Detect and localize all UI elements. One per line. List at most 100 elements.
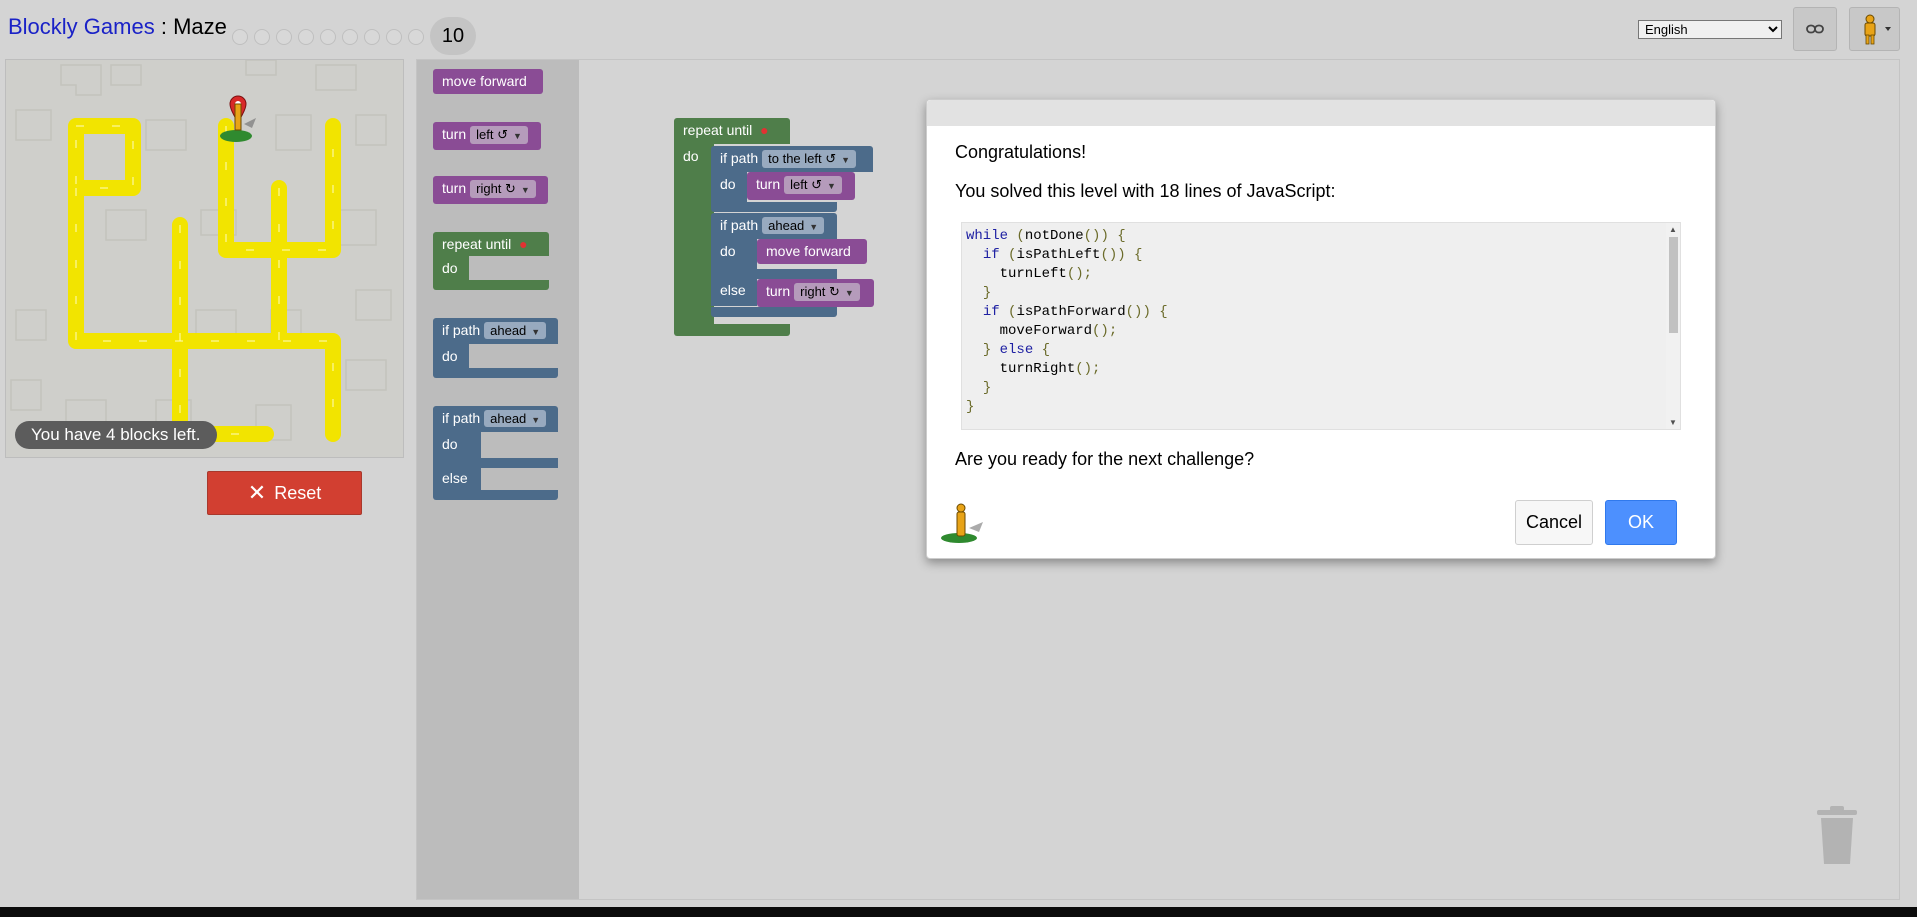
if-path-head: if path ahead ▼ — [433, 318, 558, 344]
trash-icon — [1817, 806, 1857, 864]
else-label: else — [442, 470, 468, 486]
if-else-head: if path ahead ▼ — [433, 406, 558, 432]
level-2-dot[interactable] — [254, 28, 270, 45]
repeat-until-label: repeat until — [442, 236, 512, 252]
trash-can[interactable] — [1815, 806, 1859, 866]
do-label: do — [720, 243, 736, 259]
maze-map — [10, 60, 392, 442]
if-path-label: if path — [442, 322, 481, 338]
if-foot — [433, 368, 558, 378]
turn-label: turn — [442, 126, 467, 142]
if-else-do-arm: do — [433, 432, 481, 458]
level-8-dot[interactable] — [386, 28, 402, 45]
link-icon — [1806, 24, 1824, 34]
chevron-down-icon: ▼ — [512, 131, 522, 141]
pegman-icon — [937, 498, 987, 548]
turn-label: turn — [756, 176, 781, 192]
if-else-mid — [433, 458, 558, 468]
do-label: do — [683, 148, 699, 164]
pegman-button[interactable] — [1849, 7, 1900, 51]
scroll-up-icon[interactable]: ▲ — [1669, 225, 1677, 234]
toolbox-turn-left-block[interactable]: turn left ↺ ▼ — [433, 122, 541, 150]
ok-button[interactable]: OK — [1605, 500, 1677, 545]
chevron-down-icon: ▼ — [531, 415, 541, 425]
turn-label: turn — [766, 283, 791, 299]
chevron-down-icon: ▼ — [826, 181, 836, 191]
if-path-label: if path — [442, 410, 481, 426]
scroll-down-icon[interactable]: ▼ — [1669, 418, 1677, 427]
level-3-dot[interactable] — [276, 28, 292, 45]
map-marker-icon: ● — [519, 236, 528, 252]
program-if-ahead-do-arm: do — [711, 239, 757, 269]
path-direction-dropdown[interactable]: to the left ↺ ▼ — [762, 150, 857, 168]
program-turn-left-block[interactable]: turn left ↺ ▼ — [747, 172, 855, 200]
level-9-dot[interactable] — [408, 28, 424, 45]
program-if-ahead-else-arm: else — [711, 276, 757, 306]
cancel-button[interactable]: Cancel — [1515, 500, 1593, 545]
toolbox-repeat-until-block[interactable]: repeat until ● do — [433, 232, 549, 292]
program-repeat-until-block[interactable]: repeat until ● do if path to the left ↺ ▼ … — [674, 118, 874, 336]
code-textarea[interactable]: while (notDone()) { if (isPathLeft()) { … — [961, 222, 1681, 430]
program-move-forward-block[interactable]: move forward — [757, 239, 867, 264]
do-label: do — [442, 348, 458, 364]
scroll-thumb[interactable] — [1669, 237, 1678, 333]
turn-direction-dropdown[interactable]: right ↻ ▼ — [794, 283, 860, 301]
turn-direction-dropdown[interactable]: left ↺ ▼ — [784, 176, 842, 194]
ahead-value: ahead — [490, 411, 527, 426]
turn-direction-dropdown[interactable]: right ↻ ▼ — [470, 180, 536, 198]
app-home-link[interactable]: Blockly Games — [8, 14, 155, 39]
if-do-arm: do — [433, 344, 469, 368]
turn-left-value: left ↺ — [476, 127, 508, 142]
close-icon: ✕ — [247, 480, 267, 505]
link-button[interactable] — [1793, 7, 1837, 51]
ahead-value: ahead — [490, 323, 527, 338]
level-1-dot[interactable] — [232, 28, 248, 45]
toolbox-move-forward-block[interactable]: move forward — [433, 69, 543, 94]
level-7-dot[interactable] — [364, 28, 380, 45]
program-if-left-foot — [711, 202, 837, 212]
toolbox-flyout: move forward turn left ↺ ▼ turn right ↻ ▼ re… — [417, 60, 579, 899]
maze-canvas — [5, 59, 404, 458]
program-repeat-foot — [674, 324, 790, 336]
do-label: do — [442, 260, 458, 276]
if-path-label: if path — [720, 217, 759, 233]
dialog-next-question: Are you ready for the next challenge? — [955, 449, 1255, 469]
map-marker-icon: ● — [760, 122, 769, 138]
program-if-ahead-head[interactable]: if path ahead ▼ — [711, 213, 837, 239]
chevron-down-icon: ▼ — [531, 327, 541, 337]
language-select[interactable]: English — [1638, 20, 1782, 39]
repeat-until-head: repeat until ● — [433, 232, 549, 256]
level-4-dot[interactable] — [298, 28, 314, 45]
toolbox-if-else-block[interactable]: if path ahead ▼ do else — [433, 406, 558, 500]
level-6-dot[interactable] — [342, 28, 358, 45]
level-5-dot[interactable] — [320, 28, 336, 45]
capacity-suffix: blocks left. — [115, 425, 201, 444]
path-direction-dropdown[interactable]: ahead ▼ — [762, 217, 825, 234]
turn-direction-dropdown[interactable]: left ↺ ▼ — [470, 126, 528, 144]
dialog-solved-text: You solved this level with 18 lines of J… — [955, 181, 1336, 201]
reset-button[interactable]: ✕ Reset — [207, 471, 362, 515]
repeat-do-arm: do — [433, 256, 469, 280]
pegman-icon — [1864, 14, 1891, 45]
path-direction-dropdown[interactable]: ahead ▼ — [484, 322, 547, 339]
ahead-value: ahead — [768, 218, 805, 233]
header: Blockly Games : Maze 10 English — [0, 0, 1917, 58]
page-title: Blockly Games : Maze — [8, 14, 227, 40]
if-else-else-arm: else — [433, 468, 481, 490]
level-selector: 10 — [232, 17, 476, 55]
else-label: else — [720, 282, 746, 298]
program-turn-right-block[interactable]: turn right ↻ ▼ — [757, 279, 874, 307]
toolbox-turn-right-block[interactable]: turn right ↻ ▼ — [433, 176, 548, 204]
code-scrollbar[interactable]: ▲ ▼ — [1666, 223, 1680, 429]
current-level-badge[interactable]: 10 — [430, 17, 476, 55]
taskbar-strip — [0, 907, 1917, 917]
capacity-bubble: You have 4 blocks left. — [15, 421, 217, 449]
toolbox-if-path-block[interactable]: if path ahead ▼ do — [433, 318, 558, 378]
path-direction-dropdown[interactable]: ahead ▼ — [484, 410, 547, 427]
code-keyword: while — [966, 228, 1009, 244]
program-repeat-head: repeat until ● — [674, 118, 790, 144]
turn-label: turn — [442, 180, 467, 196]
program-if-left-head[interactable]: if path to the left ↺ ▼ — [711, 146, 873, 172]
congratulations-dialog: Congratulations! You solved this level w… — [926, 99, 1716, 559]
do-label: do — [442, 436, 458, 452]
